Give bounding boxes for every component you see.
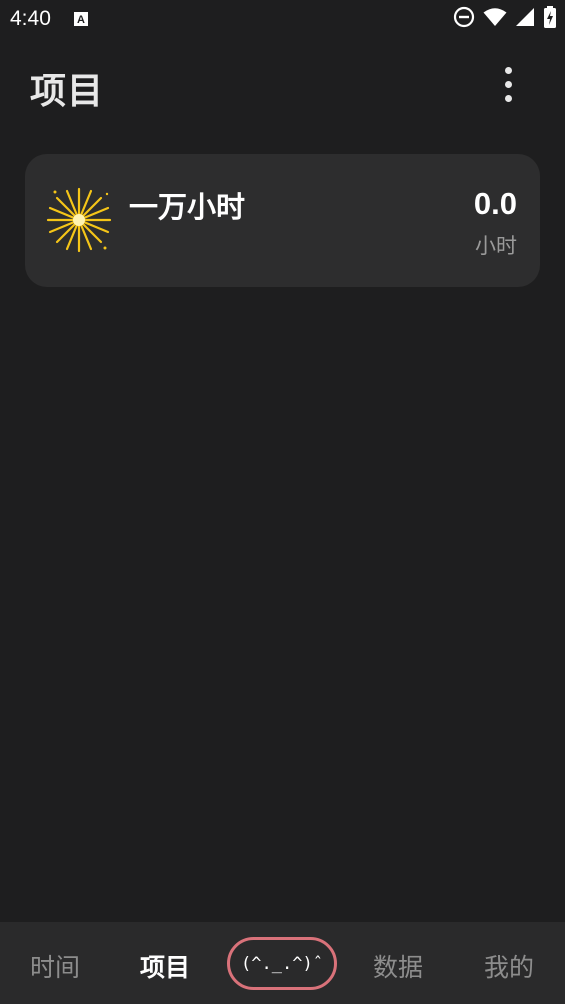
status-time: 4:40 [10,7,51,30]
project-name: 一万小时 [129,190,246,224]
app-bar: 项目 [0,38,565,126]
battery-charging-icon [543,6,557,32]
menu-dot [504,66,512,74]
nav-item-time[interactable]: 时间 [30,948,80,984]
bottom-nav: 时间 项目 (^._.^)ˆ 数据 我的 [0,922,565,1004]
do-not-disturb-icon [453,6,475,32]
project-card[interactable]: 一万小时 0.0 小时 [25,154,540,287]
cat-face-label: (^._.^)ˆ [241,953,323,974]
nav-item-mine[interactable]: 我的 [484,948,534,984]
menu-dot [504,94,512,102]
nav-item-projects[interactable]: 项目 [140,948,190,984]
nav-item-data[interactable]: 数据 [373,948,423,984]
nav-item-cat-face[interactable]: (^._.^)ˆ [227,937,337,990]
sparkler-icon [45,186,113,254]
notification-a-icon: A [73,11,89,27]
status-bar: 4:40 A [0,0,565,38]
project-hours: 0.0 [473,186,517,221]
project-unit: 小时 [475,234,517,258]
status-icons [453,6,557,32]
more-vert-icon[interactable] [493,64,523,104]
signal-icon [515,7,535,31]
page-title: 项目 [30,71,105,112]
menu-dot [504,80,512,88]
svg-text:A: A [77,14,85,26]
wifi-icon [483,7,507,31]
